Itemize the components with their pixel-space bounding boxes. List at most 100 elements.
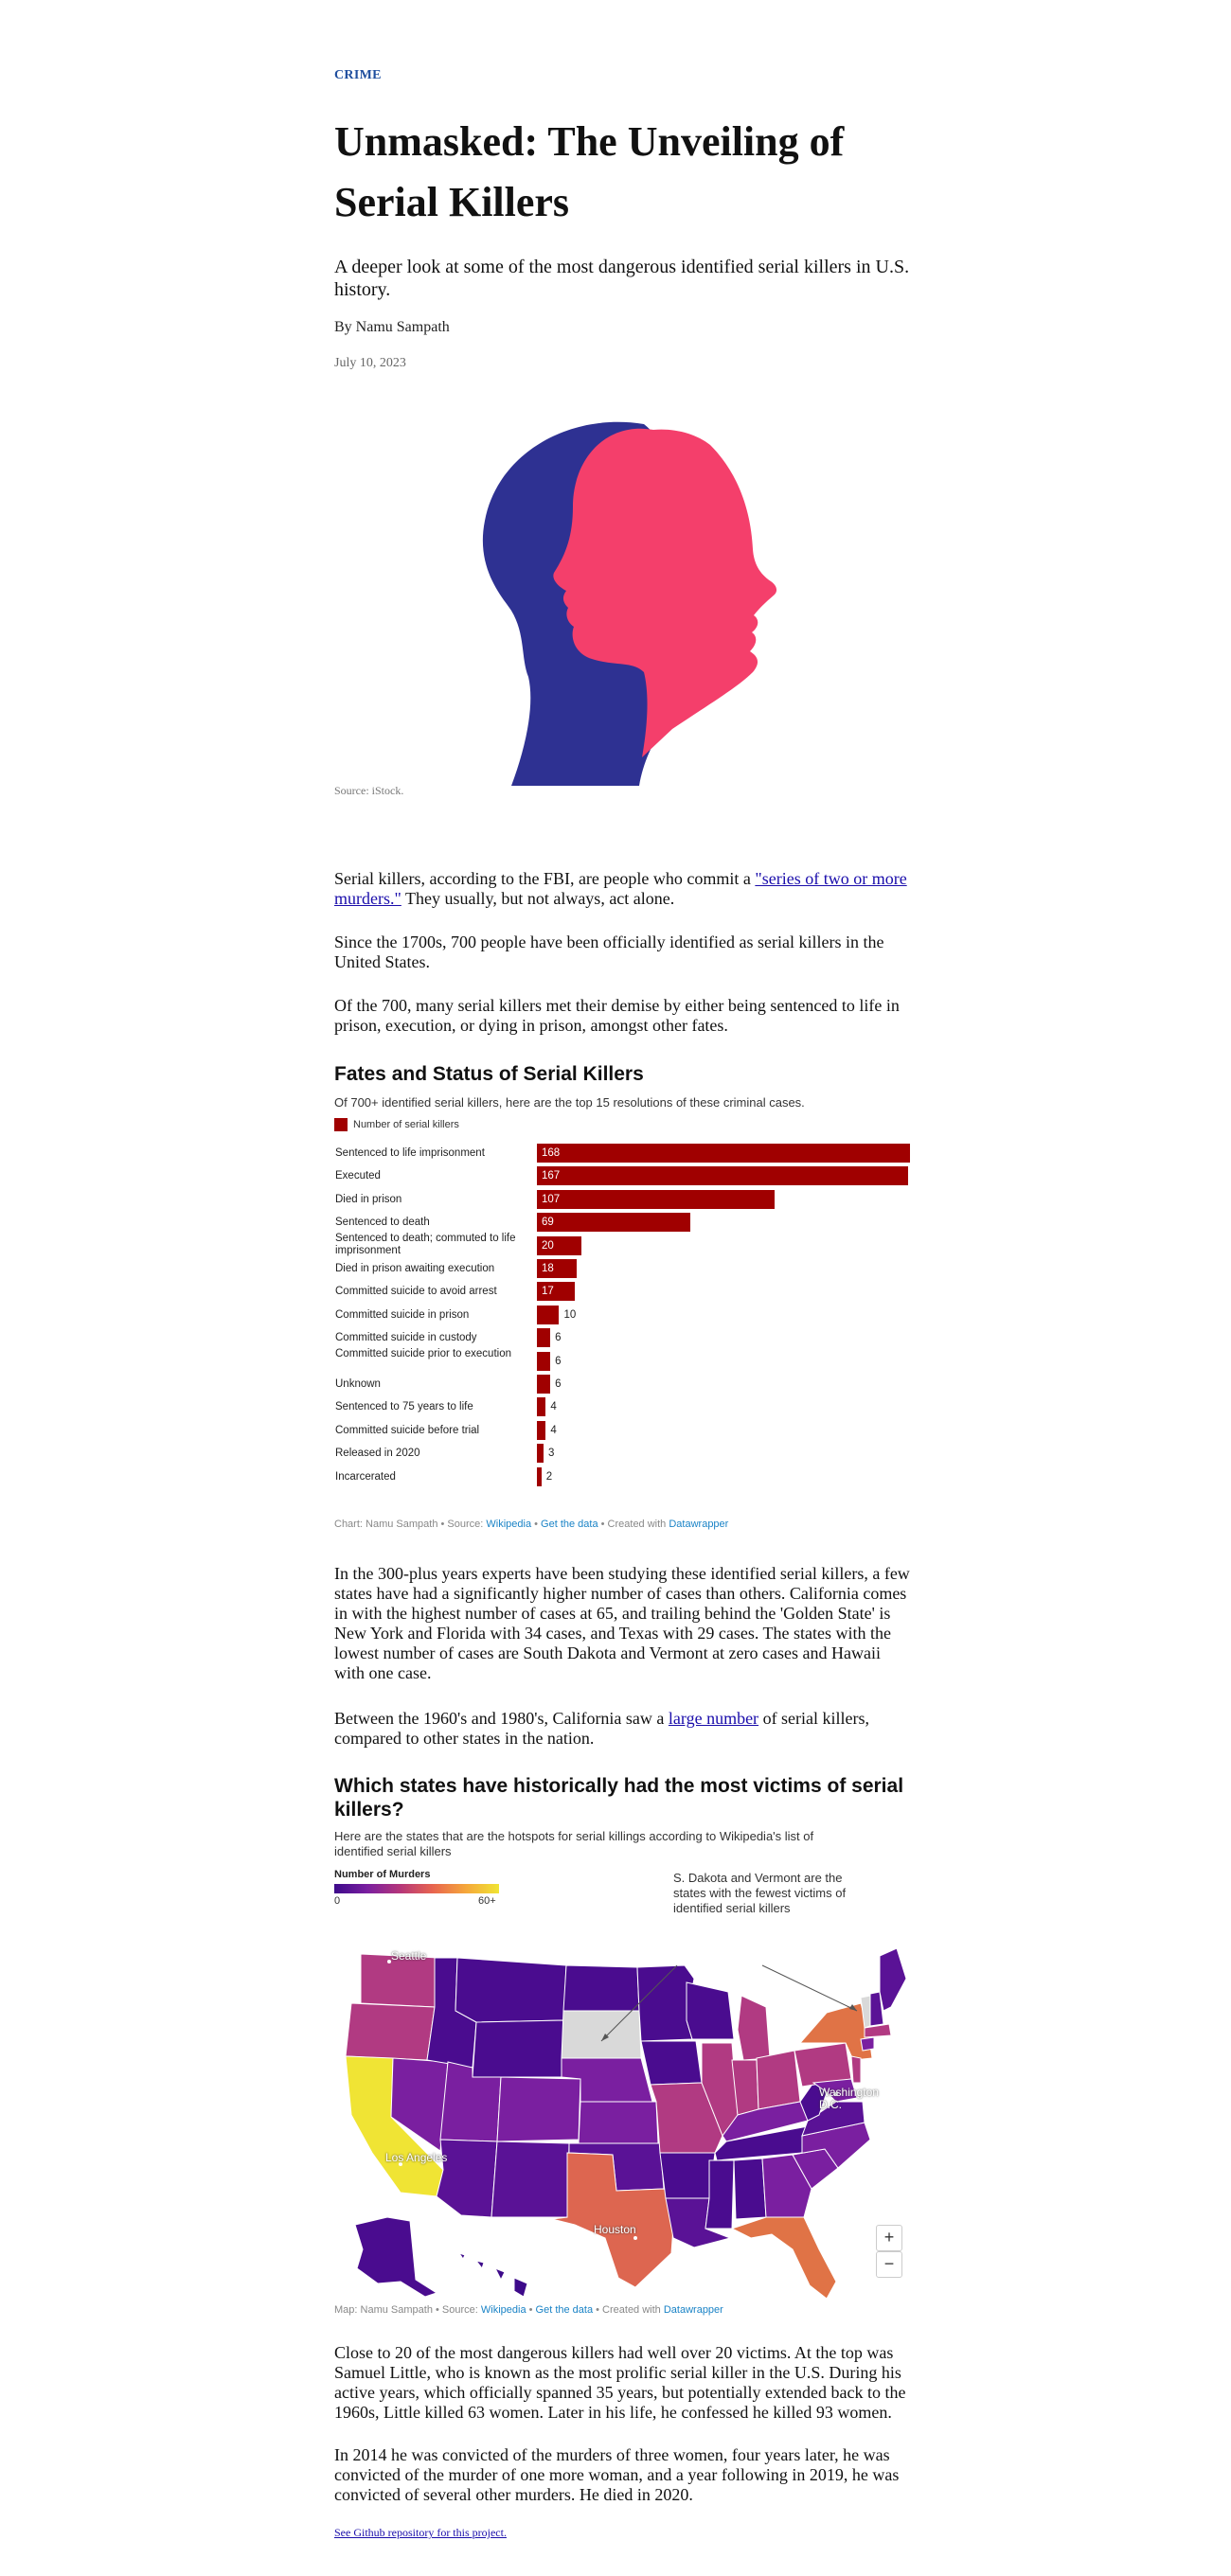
legend-label: Number of serial killers	[353, 1119, 459, 1130]
map-datawrapper-link[interactable]: Datawrapper	[664, 2304, 723, 2316]
bar-row: Died in prison 107	[334, 1189, 912, 1211]
image-credit: Source: iStock.	[334, 784, 404, 797]
bar-value-label: 69	[542, 1217, 554, 1229]
state-wyoming[interactable]	[472, 2019, 564, 2078]
state-wisconsin[interactable]	[686, 1981, 735, 2040]
hero-silhouette-image	[482, 421, 777, 786]
headline: Unmasked: The Unveiling of Serial Killer…	[334, 112, 912, 233]
bar-row: Sentenced to life imprisonment 168	[334, 1144, 912, 1164]
dek: A deeper look at some of the most danger…	[334, 257, 910, 300]
city-label-los-angeles: Los Angeles	[385, 2151, 448, 2164]
state-north-dakota[interactable]	[562, 1964, 640, 2012]
paragraph-1: Serial killers, according to the FBI, ar…	[334, 869, 912, 909]
github-repository-link[interactable]: See Github repository for this project.	[334, 2526, 507, 2539]
paragraph-4: In the 300-plus years experts have been …	[334, 1564, 910, 1682]
fates-bar-chart: Fates and Status of Serial Killers Of 70…	[334, 1062, 912, 1545]
bar-value-label: 6	[555, 1378, 562, 1390]
bar-value-label: 10	[563, 1308, 577, 1321]
bar-category-label: Died in prison	[335, 1193, 402, 1205]
bar	[537, 1213, 690, 1233]
bar	[537, 1466, 542, 1486]
state-alaska[interactable]	[354, 2216, 438, 2298]
bar	[537, 1189, 775, 1209]
bar-category-label: Executed	[335, 1170, 381, 1182]
footnote-prefix: Chart: Namu Sampath • Source:	[334, 1519, 487, 1530]
bar	[537, 1444, 544, 1464]
bar-row: Committed suicide in prison 10	[334, 1305, 912, 1326]
state-south-dakota[interactable]	[561, 2010, 642, 2059]
legend-swatch	[334, 1118, 348, 1131]
bar-value-label: 168	[542, 1147, 561, 1159]
bar	[537, 1144, 910, 1163]
map-zoom-out-button[interactable]: −	[876, 2251, 902, 2278]
chart-title: Fates and Status of Serial Killers	[334, 1063, 644, 1085]
bar-category-label: Died in prison awaiting execution	[335, 1263, 495, 1274]
bar-category-label: Sentenced to death	[335, 1217, 430, 1229]
bar-row: Sentenced to death; commuted to life imp…	[334, 1232, 912, 1257]
state-mississippi[interactable]	[705, 2159, 735, 2230]
bar-value-label: 20	[542, 1239, 554, 1252]
bar-row: Unknown 6	[334, 1375, 912, 1395]
state-colorado[interactable]	[496, 2076, 581, 2142]
state-maine[interactable]	[879, 1947, 907, 2012]
state-arkansas[interactable]	[659, 2152, 716, 2199]
state-ohio[interactable]	[756, 2050, 801, 2110]
state-florida[interactable]	[730, 2216, 837, 2300]
bar	[537, 1328, 551, 1348]
state-iowa[interactable]	[640, 2040, 703, 2086]
map-footnote-created: • Created with	[593, 2304, 664, 2316]
bar-category-label: Committed suicide to avoid arrest	[335, 1286, 497, 1298]
map-legend-gradient	[334, 1884, 499, 1893]
publish-date: July 10, 2023	[334, 356, 406, 370]
bar-row: Committed suicide before trial 4	[334, 1420, 912, 1442]
map-subtitle: Here are the states that are the hotspot…	[334, 1829, 814, 1858]
bar-value-label: 17	[542, 1286, 554, 1298]
bar-row: Executed 167	[334, 1166, 912, 1187]
footnote-sep: •	[531, 1519, 542, 1530]
headline-line-2: Serial Killers	[334, 179, 570, 225]
chart-footnote: Chart: Namu Sampath • Source: Wikipedia …	[334, 1519, 728, 1530]
footnote-source-link[interactable]: Wikipedia	[486, 1519, 531, 1530]
map-get-the-data-link[interactable]: Get the data	[536, 2304, 594, 2316]
bar-category-label: Sentenced to death; commuted to life imp…	[335, 1232, 516, 1256]
bar-category-label: Sentenced to life imprisonment	[335, 1147, 485, 1159]
state-kansas[interactable]	[578, 2101, 659, 2144]
bar-area: Sentenced to life imprisonment 168 Execute…	[334, 1144, 912, 1513]
footnote-created: • Created with	[598, 1519, 669, 1530]
bar-value-label: 107	[542, 1193, 561, 1205]
map-source-link[interactable]: Wikipedia	[481, 2304, 526, 2316]
state-montana[interactable]	[455, 1957, 567, 2023]
bar-category-label: Released in 2020	[335, 1448, 420, 1460]
paragraph-7: In 2014 he was convicted of the murders …	[334, 2445, 900, 2504]
chart-legend: Number of serial killers	[334, 1118, 459, 1131]
bar	[537, 1305, 560, 1324]
map-legend-max: 60+	[478, 1895, 496, 1907]
datawrapper-link[interactable]: Datawrapper	[669, 1519, 728, 1530]
paragraph-5-text: Between the 1960's and 1980's, Californi…	[334, 1709, 669, 1728]
paragraph-6: Close to 20 of the most dangerous killer…	[334, 2343, 906, 2422]
paragraph-5: Between the 1960's and 1980's, Californi…	[334, 1709, 912, 1749]
map-zoom-in-button[interactable]: +	[876, 2225, 902, 2251]
bar-row: Sentenced to death 69	[334, 1213, 912, 1234]
bar-row: Incarcerated 2	[334, 1466, 912, 1488]
state-michigan[interactable]	[737, 1995, 771, 2061]
bar-row: Died in prison awaiting execution 18	[334, 1259, 912, 1280]
bar-category-label: Committed suicide prior to execution	[335, 1347, 511, 1359]
state-new-jersey[interactable]	[850, 2055, 862, 2084]
headline-line-1: Unmasked: The Unveiling of	[334, 118, 845, 165]
large-number-link[interactable]: large number	[669, 1709, 758, 1728]
state-victims-map: Which states have historically had the m…	[334, 1774, 912, 2342]
bar-row: Committed suicide prior to execution 6	[334, 1348, 912, 1373]
get-the-data-link[interactable]: Get the data	[541, 1519, 598, 1530]
state-alabama[interactable]	[733, 2158, 767, 2220]
map-title: Which states have historically had the m…	[334, 1775, 904, 1821]
section-kicker[interactable]: CRIME	[334, 68, 912, 83]
bar-value-label: 2	[545, 1470, 553, 1483]
state-oregon[interactable]	[345, 2002, 436, 2061]
state-connecticut[interactable]	[860, 2036, 875, 2052]
chart-subtitle: Of 700+ identified serial killers, here …	[334, 1095, 805, 1110]
bar-row: Sentenced to 75 years to life 4	[334, 1397, 912, 1418]
state-hawaii[interactable]	[457, 2252, 528, 2298]
bar-row: Released in 2020 3	[334, 1444, 912, 1465]
state-new-mexico[interactable]	[491, 2141, 570, 2218]
